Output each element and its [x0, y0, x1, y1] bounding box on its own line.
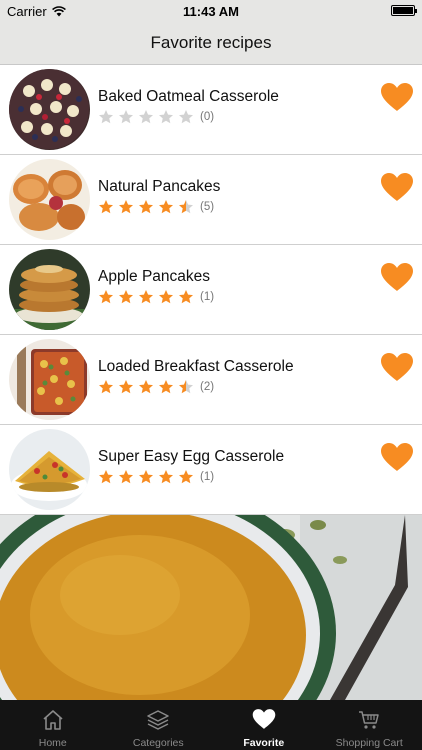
rating-count: (1) [200, 291, 215, 303]
heart-icon [252, 709, 276, 729]
recipe-row[interactable]: Baked Oatmeal Casserole (0) [0, 65, 422, 155]
recipe-thumbnail [9, 249, 90, 330]
rating-count: (2) [200, 381, 215, 393]
star-icon [119, 200, 133, 214]
tab-categories[interactable]: Categories [106, 700, 212, 750]
star-icon [159, 290, 173, 304]
star-icon [99, 110, 113, 124]
star-rating: (2) [98, 379, 214, 395]
page-title: Favorite recipes [150, 33, 272, 52]
star-rating: (1) [98, 289, 214, 305]
favorite-heart-icon[interactable] [380, 262, 414, 292]
battery-level [393, 7, 413, 14]
recipe-title: Super Easy Egg Casserole [98, 448, 285, 465]
recipe-thumbnail [9, 429, 90, 510]
recipe-title: Apple Pancakes [98, 268, 211, 285]
recipe-thumbnail [9, 159, 90, 240]
tab-label: Categories [132, 737, 184, 749]
star-icon [139, 290, 153, 304]
recipe-title: Natural Pancakes [98, 178, 221, 195]
favorite-heart-icon[interactable] [380, 172, 414, 202]
recipe-row[interactable]: Loaded Breakfast Casserole (2) [0, 335, 422, 425]
star-icon [119, 110, 133, 124]
navigation-bar: Favorite recipes [0, 22, 422, 65]
status-time: 11:43 AM [183, 4, 239, 19]
battery-icon [391, 5, 417, 16]
star-icon [179, 110, 193, 124]
star-icon [119, 380, 133, 394]
star-icon [99, 200, 113, 214]
recipe-thumbnail [9, 69, 90, 150]
tab-label: Shopping Cart [335, 737, 403, 749]
home-icon [43, 710, 63, 730]
status-bar: Carrier 11:43 AM [0, 0, 422, 22]
star-icon [179, 290, 193, 304]
star-icon [159, 200, 173, 214]
favorite-heart-icon[interactable] [380, 352, 414, 382]
tab-favorite[interactable]: Favorite [211, 700, 317, 750]
star-icon [139, 380, 153, 394]
tab-home[interactable]: Home [0, 700, 106, 750]
tab-shopping-cart[interactable]: Shopping Cart [317, 700, 422, 750]
favorite-heart-icon[interactable] [380, 442, 414, 472]
recipe-row[interactable]: Super Easy Egg Casserole (1) [0, 425, 422, 515]
background-soup-image [0, 515, 422, 700]
star-icon [179, 200, 193, 214]
recipe-row[interactable]: Apple Pancakes (1) [0, 245, 422, 335]
recipe-thumbnail [9, 339, 90, 420]
star-icon [159, 110, 173, 124]
rating-count: (5) [200, 201, 215, 213]
star-icon [99, 290, 113, 304]
tab-label: Favorite [243, 737, 285, 749]
rating-count: (1) [200, 471, 215, 483]
star-icon [179, 380, 193, 394]
star-icon [119, 290, 133, 304]
favorite-recipe-list: Baked Oatmeal Casserole (0) Natural Panc… [0, 65, 422, 515]
recipe-title: Baked Oatmeal Casserole [98, 88, 279, 105]
favorite-heart-icon[interactable] [380, 82, 414, 112]
star-icon [159, 470, 173, 484]
star-icon [99, 380, 113, 394]
star-icon [159, 380, 173, 394]
star-icon [139, 200, 153, 214]
cart-icon [359, 711, 379, 729]
star-icon [179, 470, 193, 484]
star-rating: (0) [98, 109, 214, 125]
star-icon [139, 110, 153, 124]
recipe-row[interactable]: Natural Pancakes (5) [0, 155, 422, 245]
tab-bar: Home Categories Favorite Shopping Cart [0, 700, 422, 750]
star-rating: (1) [98, 469, 214, 485]
tab-label: Home [38, 737, 67, 749]
rating-count: (0) [200, 111, 215, 123]
star-icon [99, 470, 113, 484]
recipe-title: Loaded Breakfast Casserole [98, 358, 294, 375]
star-icon [139, 470, 153, 484]
layers-icon [147, 710, 169, 730]
star-rating: (5) [98, 199, 214, 215]
star-icon [119, 470, 133, 484]
